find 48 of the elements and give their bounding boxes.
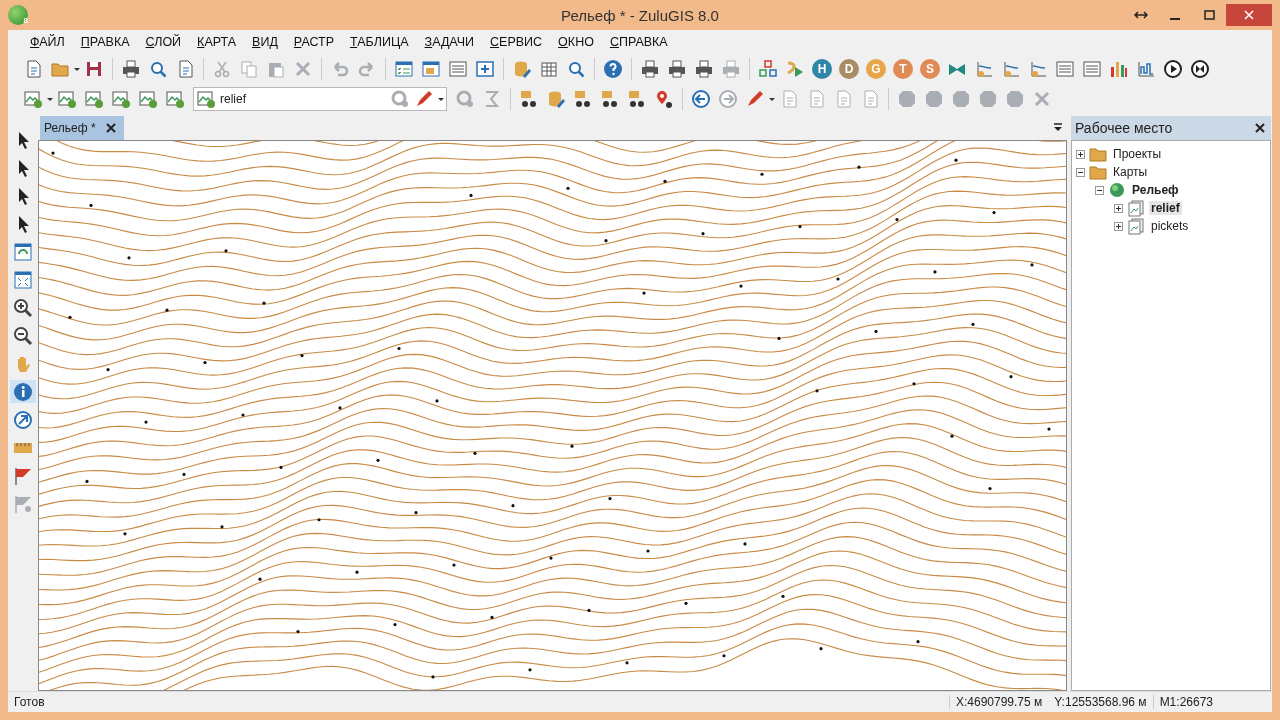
- layer-icon: [1126, 198, 1146, 218]
- tree-item[interactable]: pickets: [1149, 219, 1191, 233]
- menu-item[interactable]: ТАБЛИЦА: [342, 35, 417, 49]
- close-icon[interactable]: [105, 123, 116, 133]
- layer-select[interactable]: relief: [193, 87, 447, 111]
- close-icon[interactable]: [1255, 123, 1265, 133]
- caret-icon[interactable]: [438, 97, 444, 101]
- map-scale: M1:26673: [1152, 695, 1219, 709]
- close-icon: [1244, 10, 1254, 20]
- tree-item[interactable]: Проекты: [1111, 147, 1164, 161]
- close-button[interactable]: [1226, 4, 1272, 26]
- collapse-toggle[interactable]: [1095, 185, 1104, 195]
- window-title: Рельеф * - ZuluGIS 8.0: [561, 6, 719, 24]
- info-icon[interactable]: [10, 380, 36, 403]
- menu-item[interactable]: КАРТА: [189, 35, 245, 49]
- menu-item[interactable]: ОКНО: [550, 35, 602, 49]
- globe-icon: [1107, 180, 1127, 200]
- menu-item[interactable]: РАСТР: [285, 35, 343, 49]
- collapse-toggle[interactable]: [1076, 167, 1085, 177]
- menu-item[interactable]: СЕРВИС: [482, 35, 551, 49]
- maximize-icon: [1203, 10, 1215, 20]
- menu-item[interactable]: СЛОЙ: [137, 35, 190, 49]
- layer-icon: [196, 89, 216, 109]
- expand-toggle[interactable]: [1076, 149, 1085, 159]
- expand-toggle[interactable]: [1114, 203, 1123, 213]
- menu-item[interactable]: ПРАВКА: [72, 35, 138, 49]
- menu-item[interactable]: ФАЙЛ: [22, 35, 73, 49]
- tree-item[interactable]: Карты: [1111, 165, 1150, 179]
- app-icon: 8: [8, 5, 28, 25]
- caret-icon[interactable]: [47, 97, 53, 101]
- caret-icon[interactable]: [769, 97, 775, 101]
- x-coordinate: X:4690799.75 м: [948, 695, 1049, 709]
- tree-item[interactable]: Рельеф: [1130, 183, 1181, 197]
- circle-icon[interactable]: [390, 89, 410, 109]
- caret-icon[interactable]: [74, 67, 80, 71]
- status-text: Готов: [13, 695, 46, 709]
- layer-icon: [1126, 216, 1146, 236]
- minimize-icon: [1170, 18, 1180, 20]
- tree-item[interactable]: relief: [1149, 201, 1182, 215]
- menu-item[interactable]: СПРАВКА: [601, 35, 676, 49]
- menu-item[interactable]: ЗАДАЧИ: [416, 35, 483, 49]
- pen-icon[interactable]: [414, 89, 434, 109]
- panel-title: Рабочее место: [1075, 120, 1173, 136]
- y-coordinate: Y:12553568.96 м: [1053, 695, 1148, 709]
- menu-icon[interactable]: [1053, 122, 1063, 132]
- menu-item[interactable]: ВИД: [244, 35, 286, 49]
- document-tab[interactable]: Рельеф *: [40, 116, 124, 140]
- expand-toggle[interactable]: [1114, 221, 1123, 231]
